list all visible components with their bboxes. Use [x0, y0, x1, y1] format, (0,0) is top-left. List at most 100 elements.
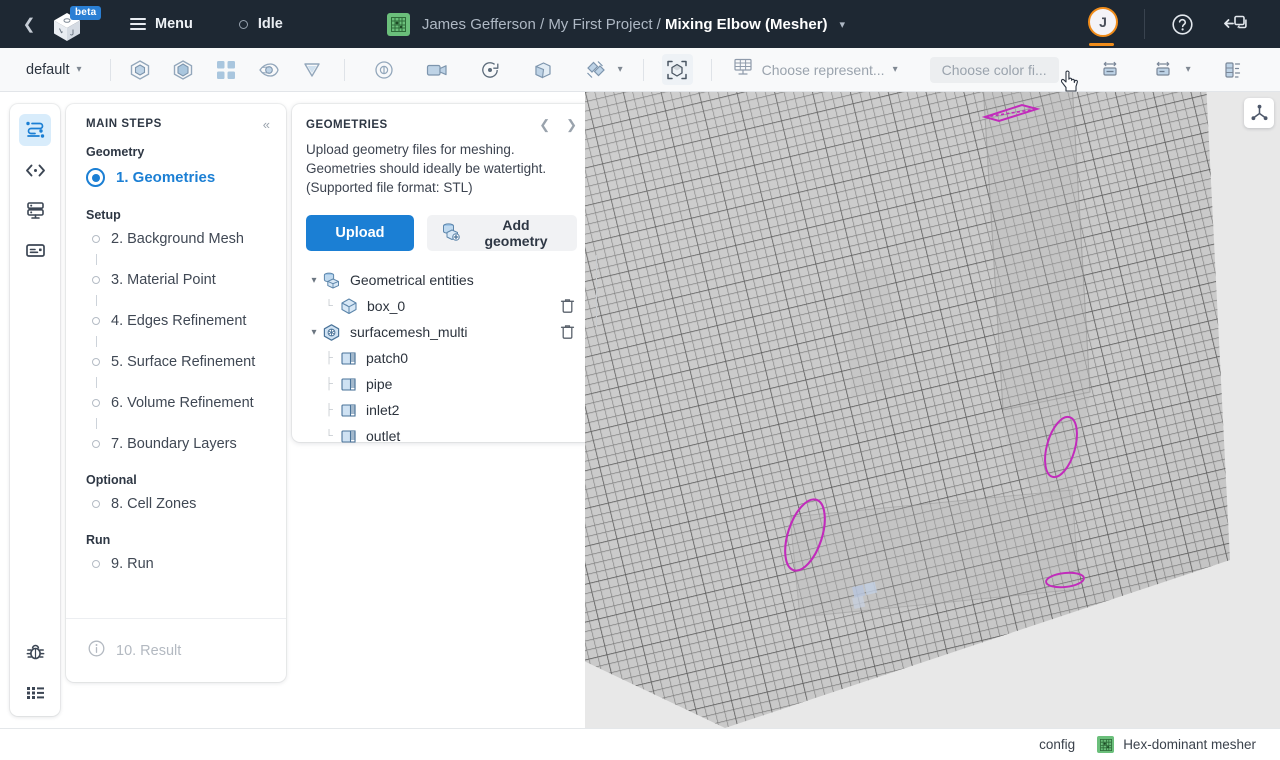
step-item-result[interactable]: 10. Result — [66, 618, 286, 682]
status-label: Idle — [257, 16, 283, 32]
cube-solid-icon[interactable] — [168, 54, 199, 85]
collapse-sidebar-icon[interactable] — [1224, 13, 1250, 35]
add-geometry-button[interactable]: Add geometry — [426, 215, 577, 252]
delete-icon[interactable] — [560, 324, 575, 340]
step-item-boundary-layers[interactable]: 7. Boundary Layers — [66, 429, 286, 459]
slice-icon[interactable] — [581, 54, 612, 85]
avatar-initial: J — [1088, 7, 1118, 37]
add-geometry-icon — [441, 222, 460, 244]
step-item-run[interactable]: 9. Run — [66, 549, 286, 579]
geometries-description: Upload geometry files for meshing. Geome… — [306, 142, 547, 196]
tree-node-outlet[interactable]: └ outlet — [318, 423, 577, 449]
step-item-geometries[interactable]: 1. Geometries — [66, 161, 286, 194]
rotate-center-icon[interactable] — [475, 54, 506, 85]
preset-select[interactable]: default ▾ — [26, 62, 82, 78]
help-circle-icon[interactable] — [1171, 13, 1194, 36]
result-label: 10. Result — [116, 642, 182, 659]
chevron-right-icon[interactable]: ❯ — [566, 117, 577, 133]
colorbar-horizontal-icon[interactable] — [1095, 54, 1126, 85]
representation-select[interactable]: Choose represent... ▾ — [732, 56, 898, 83]
chevron-left-icon[interactable]: ❮ — [539, 117, 550, 133]
add-geometry-label: Add geometry — [484, 217, 548, 250]
back-icon[interactable]: ❮ — [18, 15, 40, 33]
step-connector — [96, 377, 97, 388]
config-label[interactable]: config — [1039, 737, 1075, 752]
step-label: 3. Material Point — [111, 272, 216, 288]
menu-button[interactable]: Menu — [130, 16, 193, 32]
step-item-material-point[interactable]: 3. Material Point — [66, 265, 286, 295]
divider — [1144, 9, 1145, 39]
step-bullet-icon — [92, 500, 100, 508]
camera-icon[interactable] — [422, 54, 453, 85]
visibility-eye-icon[interactable] — [254, 54, 285, 85]
tree-node-label: Geometrical entities — [350, 272, 474, 289]
delete-icon[interactable] — [560, 298, 575, 314]
chevron-down-icon[interactable]: ▾ — [306, 275, 322, 286]
step-group-label: Setup — [86, 208, 121, 222]
viewport-3d[interactable] — [585, 92, 1280, 728]
info-circle-icon — [88, 640, 105, 662]
colorbar-settings-icon[interactable] — [1148, 54, 1179, 85]
step-item-edges-refinement[interactable]: 4. Edges Refinement — [66, 306, 286, 336]
step-group-optional: Optional 8. Cell Zones — [66, 459, 286, 519]
divider — [343, 58, 345, 81]
box-view-icon[interactable] — [528, 54, 559, 85]
tree-node-inlet2[interactable]: ├ inlet2 — [318, 397, 577, 423]
tree-children: ├ patch0 ├ pipe ├ inlet2 └ outlet — [306, 345, 577, 449]
console-card-icon[interactable] — [19, 234, 51, 266]
bug-icon[interactable] — [19, 636, 51, 668]
code-brackets-icon[interactable] — [19, 154, 51, 186]
step-item-surface-refinement[interactable]: 5. Surface Refinement — [66, 347, 286, 377]
divider — [642, 58, 644, 81]
upload-button[interactable]: Upload — [306, 215, 414, 252]
tree-node-surfacemesh-multi[interactable]: ▾ surfacemesh_multi — [306, 319, 577, 345]
step-group-label: Geometry — [86, 145, 145, 159]
breadcrumb-text: James Gefferson / My First Project / Mix… — [421, 15, 828, 33]
filter-funnel-icon[interactable] — [297, 54, 328, 85]
step-item-cell-zones[interactable]: 8. Cell Zones — [66, 489, 286, 519]
breadcrumb[interactable]: James Gefferson / My First Project / Mix… — [386, 12, 846, 36]
step-item-background-mesh[interactable]: 2. Background Mesh — [66, 224, 286, 254]
mesher-status[interactable]: Hex-dominant mesher — [1097, 736, 1256, 753]
chevron-down-icon[interactable]: ▾ — [840, 18, 846, 31]
box-icon — [340, 297, 358, 315]
beta-badge: beta — [70, 6, 102, 20]
tree-branch-icon: ├ — [325, 378, 333, 391]
list-grid-icon[interactable] — [19, 676, 51, 708]
app-logo[interactable]: beta — [44, 4, 102, 44]
avatar-underline — [1089, 43, 1114, 46]
step-bullet-icon — [92, 358, 100, 366]
status-indicator: Idle — [238, 16, 283, 32]
menu-label: Menu — [155, 16, 193, 32]
step-group-label: Optional — [86, 473, 137, 487]
breadcrumb-project: My First Project — [548, 15, 653, 33]
step-group-setup: Setup 2. Background Mesh 3. Material Poi… — [66, 194, 286, 459]
orbit-icon[interactable] — [369, 54, 400, 85]
step-label: 4. Edges Refinement — [111, 313, 247, 329]
chevron-down-icon[interactable]: ▾ — [618, 64, 623, 75]
cube-wire-icon[interactable] — [125, 54, 156, 85]
tree-node-patch0[interactable]: ├ patch0 — [318, 345, 577, 371]
tree-branch-icon: ├ — [325, 404, 333, 417]
step-connector — [96, 295, 97, 306]
tree-node-geometrical-entities[interactable]: ▾ Geometrical entities — [306, 267, 577, 293]
colorbar-vertical-icon[interactable] — [1217, 54, 1248, 85]
chevron-double-left-icon[interactable]: « — [263, 118, 270, 131]
step-bullet-icon — [92, 440, 100, 448]
server-icon[interactable] — [19, 194, 51, 226]
chevron-down-icon[interactable]: ▾ — [1186, 64, 1191, 75]
color-field-select[interactable]: Choose color fi... — [929, 56, 1059, 83]
tree-node-pipe[interactable]: ├ pipe — [318, 371, 577, 397]
axis-gizmo-icon[interactable] — [1244, 98, 1274, 128]
workflow-icon[interactable] — [19, 114, 51, 146]
chevron-down-icon[interactable]: ▾ — [306, 327, 322, 338]
grid-cells-icon[interactable] — [211, 54, 242, 85]
step-item-volume-refinement[interactable]: 6. Volume Refinement — [66, 388, 286, 418]
panel-splitter-handle[interactable] — [596, 255, 601, 327]
surface-mesh-icon — [322, 323, 341, 342]
fit-to-screen-icon[interactable] — [661, 54, 693, 85]
divider — [109, 58, 111, 81]
avatar[interactable]: J — [1086, 7, 1120, 46]
tree-node-box-0[interactable]: └ box_0 — [318, 293, 577, 319]
status-dot-icon — [238, 19, 248, 29]
